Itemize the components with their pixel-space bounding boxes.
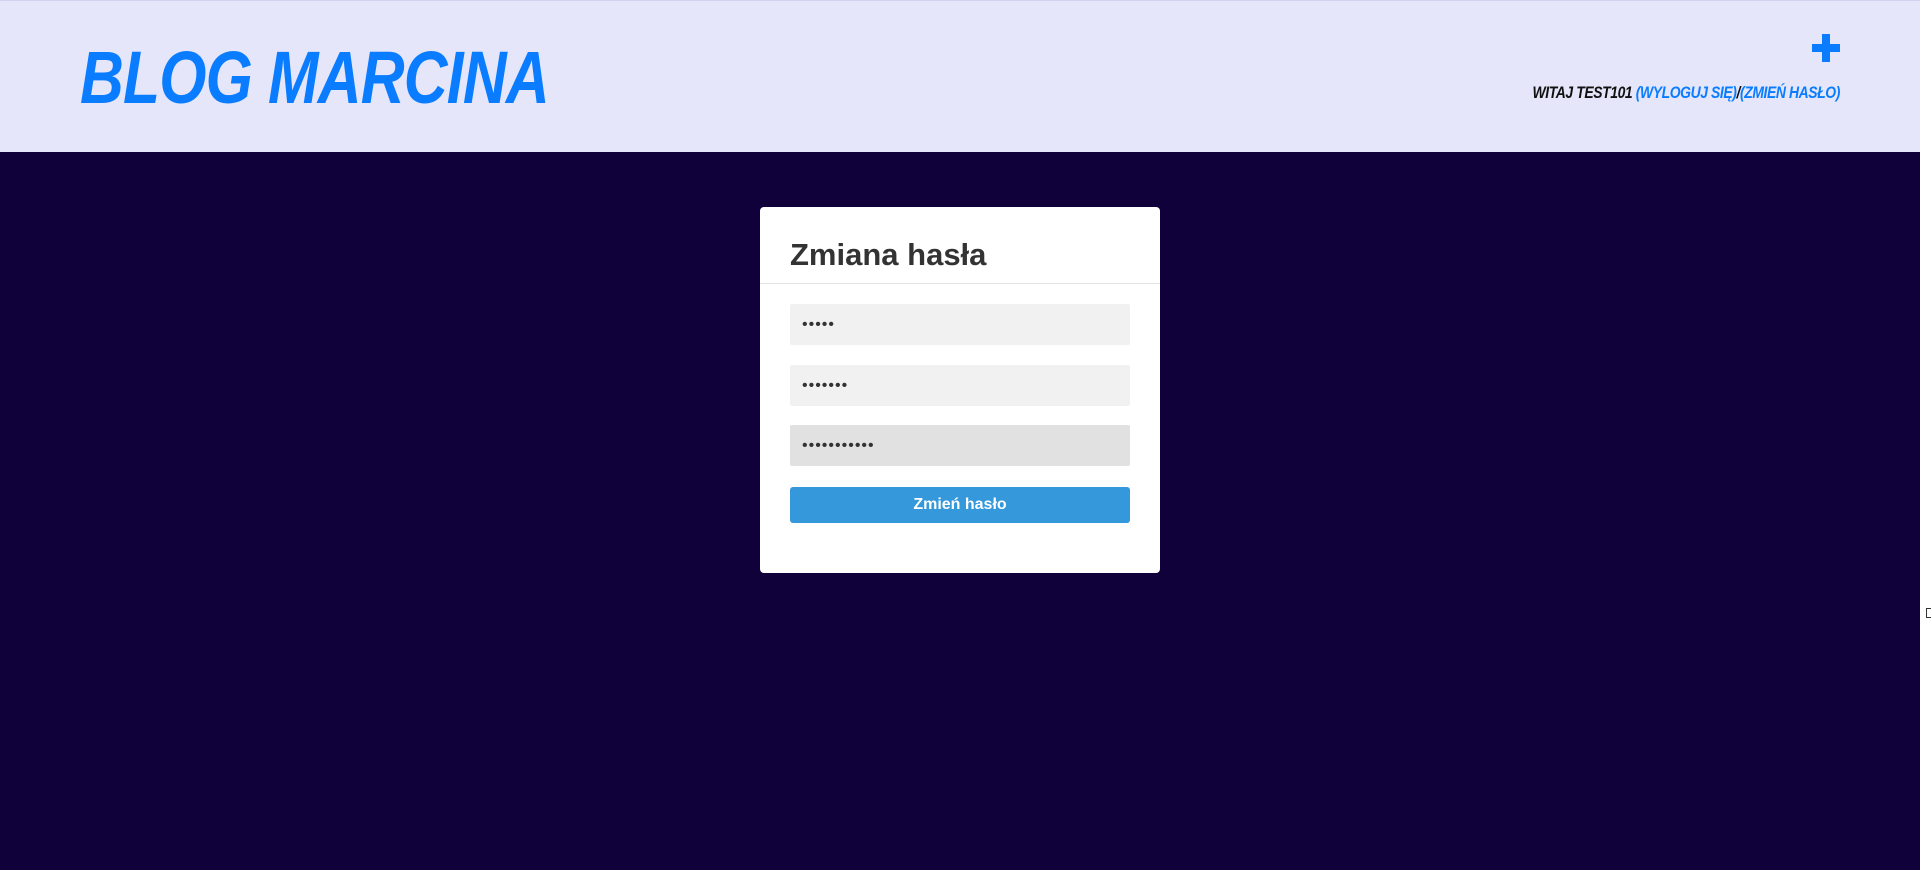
current-password-input[interactable]: [790, 304, 1130, 345]
site-logo[interactable]: Blog Marcina: [80, 39, 550, 117]
user-status: Witaj test101 (Wyloguj się)/(Zmień hasło…: [1532, 83, 1841, 103]
change-password-button[interactable]: Zmień hasło: [790, 487, 1130, 523]
title-divider: [760, 283, 1160, 284]
change-password-card: Zmiana hasła Zmień hasło: [760, 207, 1160, 573]
new-password-input[interactable]: [790, 365, 1130, 406]
page: Blog Marcina Witaj test101 (Wyloguj się)…: [0, 0, 1931, 870]
greeting-text: Witaj test101: [1532, 83, 1636, 102]
logout-link[interactable]: (Wyloguj się): [1636, 83, 1737, 102]
change-password-link[interactable]: (Zmień hasło): [1740, 83, 1840, 102]
confirm-password-input[interactable]: [790, 425, 1130, 466]
form-title: Zmiana hasła: [790, 237, 987, 272]
plus-icon[interactable]: [1812, 34, 1840, 62]
resize-handle[interactable]: [1926, 608, 1931, 618]
site-header: Blog Marcina Witaj test101 (Wyloguj się)…: [0, 0, 1920, 152]
